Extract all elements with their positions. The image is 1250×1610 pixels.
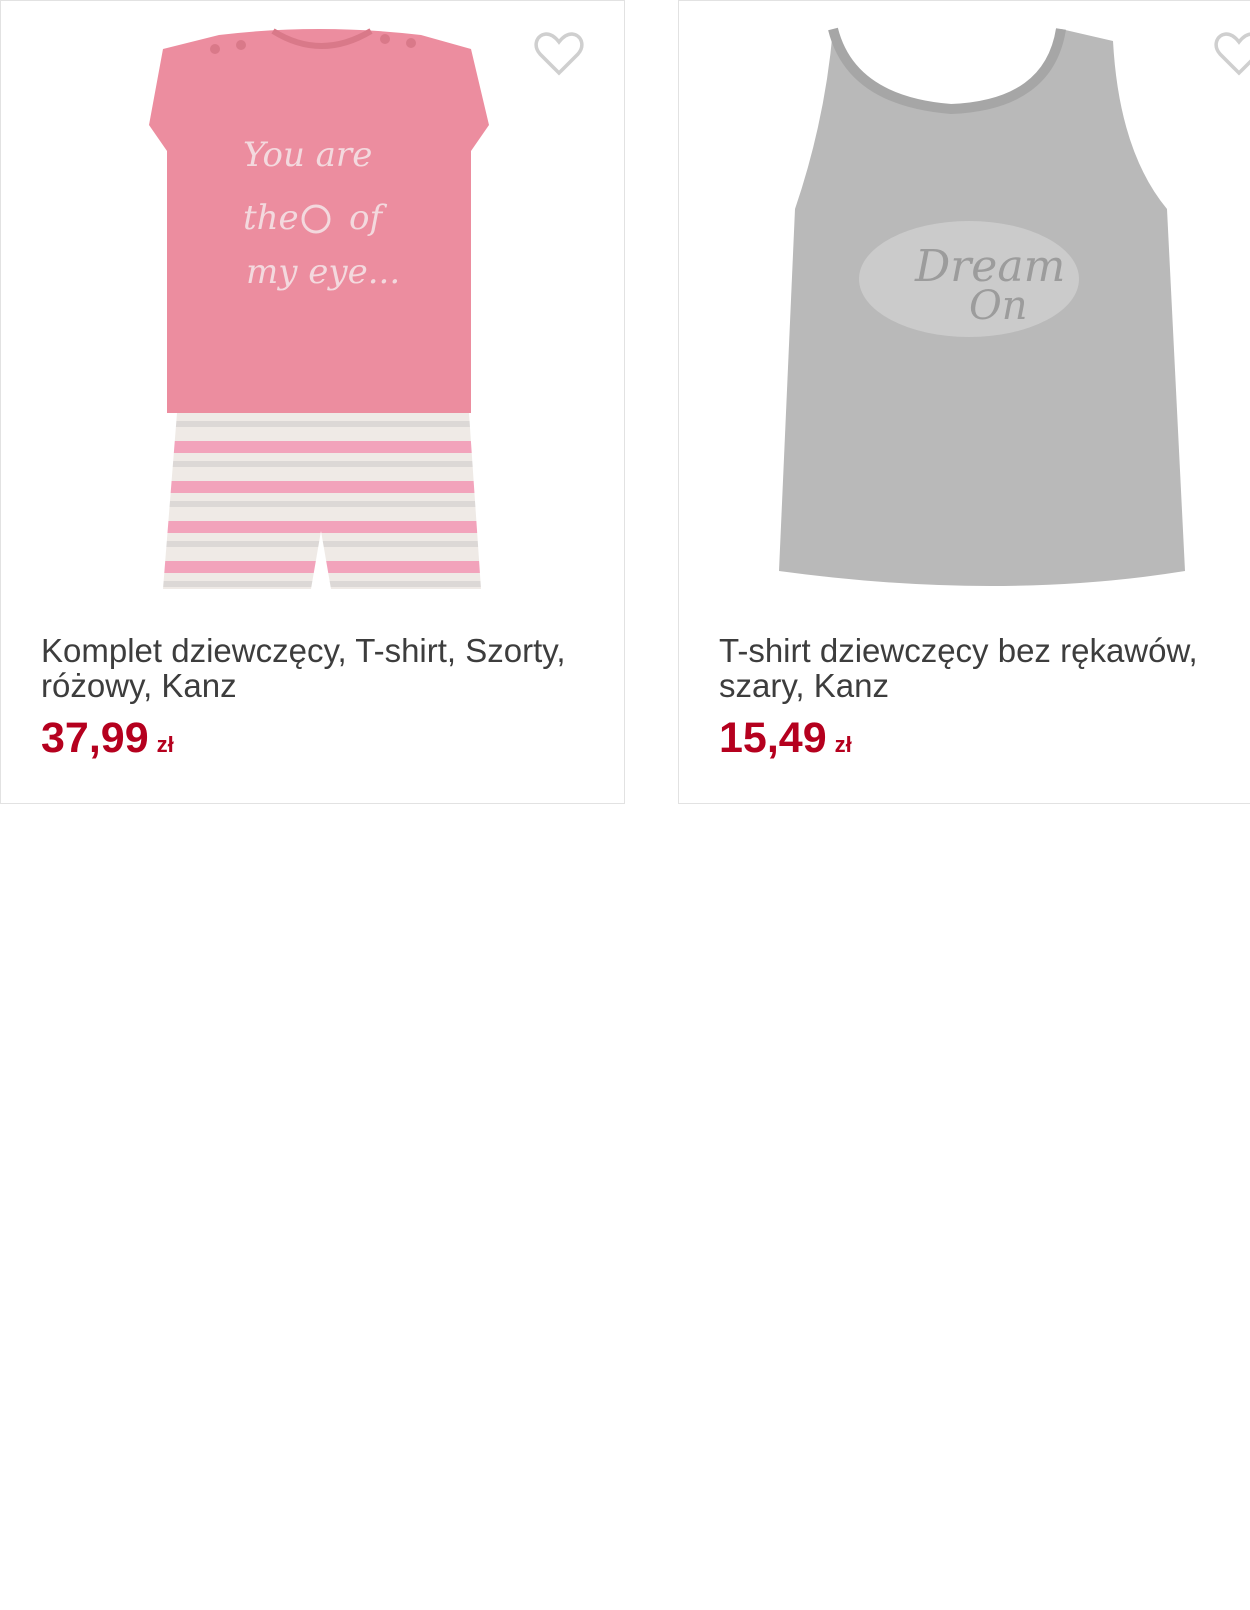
product-image[interactable]: You are the of my eye... <box>1 1 624 611</box>
heart-outline-icon[interactable] <box>1214 31 1250 77</box>
print-line-2: On <box>969 283 1028 329</box>
product-card[interactable]: You are the of my eye... Komplet dziewcz… <box>0 0 625 804</box>
product-name[interactable]: T-shirt dziewczęcy bez rękawów, szary, K… <box>719 633 1250 703</box>
product-card[interactable]: Dream On T-shirt dziewczęcy bez rękawów,… <box>678 0 1250 804</box>
print-line-4: my eye... <box>246 252 400 292</box>
print-line-2: the <box>243 198 299 238</box>
print-line-1: You are <box>243 135 372 175</box>
product-name[interactable]: Komplet dziewczęcy, T-shirt, Szorty, róż… <box>41 633 601 703</box>
print-line-3: of <box>349 198 387 238</box>
heart-outline-icon[interactable] <box>534 31 584 77</box>
grey-tank-top-illustration: Dream On <box>779 27 1185 586</box>
product-price: 37,99 zł <box>41 713 174 770</box>
product-image[interactable]: Dream On <box>679 1 1250 611</box>
product-price: 15,49 zł <box>719 713 852 770</box>
price-value: 15,49 <box>719 714 827 762</box>
price-currency: zł <box>834 732 852 757</box>
pink-outfit-illustration: You are the of my eye... <box>149 28 489 589</box>
price-currency: zł <box>156 732 174 757</box>
price-value: 37,99 <box>41 714 149 762</box>
